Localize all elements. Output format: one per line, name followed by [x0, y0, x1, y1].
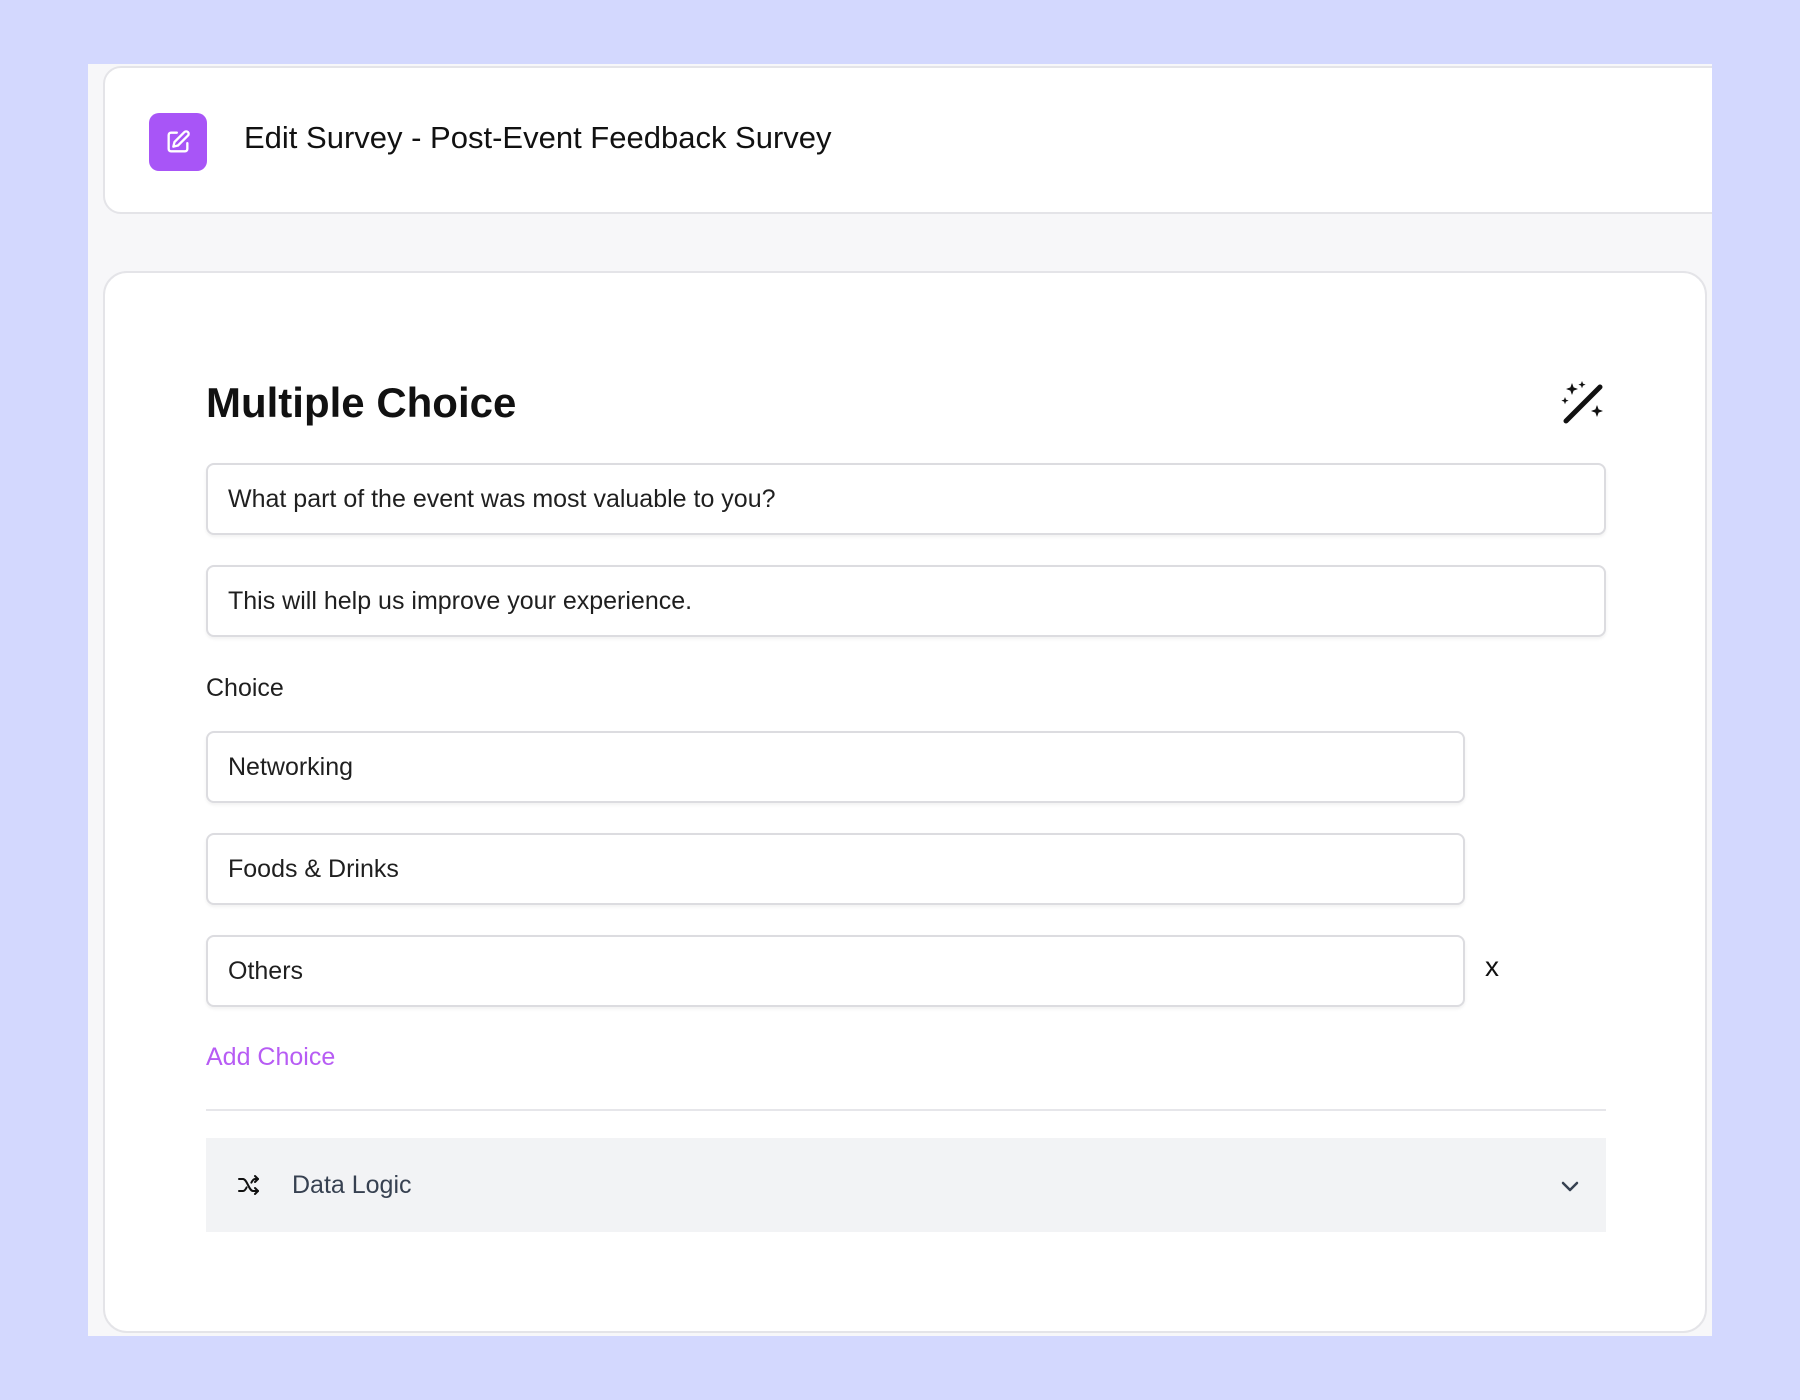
remove-choice-button[interactable]: x	[1485, 950, 1499, 984]
chevron-down-icon[interactable]	[1558, 1174, 1582, 1198]
page-title: Edit Survey - Post-Event Feedback Survey	[244, 120, 832, 155]
shuffle-icon	[238, 1175, 259, 1195]
question-input[interactable]: What part of the event was most valuable…	[206, 463, 1606, 535]
add-choice-link[interactable]: Add Choice	[206, 1042, 335, 1072]
edit-icon	[149, 113, 207, 171]
page-header: Edit Survey - Post-Event Feedback Survey	[103, 66, 1712, 214]
app-window: Edit Survey - Post-Event Feedback Survey…	[88, 64, 1712, 1336]
description-input[interactable]: This will help us improve your experienc…	[206, 565, 1606, 637]
choice-section-label: Choice	[206, 674, 284, 702]
data-logic-toggle[interactable]: Data Logic	[206, 1138, 1606, 1232]
choice-input[interactable]: Foods & Drinks	[206, 833, 1465, 905]
magic-wand-icon[interactable]	[1558, 377, 1608, 427]
choice-input[interactable]: Networking	[206, 731, 1465, 803]
question-editor-card: Multiple Choice What part of the event w…	[103, 271, 1707, 1333]
question-type-heading: Multiple Choice	[206, 379, 517, 426]
data-logic-label: Data Logic	[292, 1171, 412, 1199]
divider	[206, 1109, 1606, 1111]
choice-input[interactable]: Others	[206, 935, 1465, 1007]
